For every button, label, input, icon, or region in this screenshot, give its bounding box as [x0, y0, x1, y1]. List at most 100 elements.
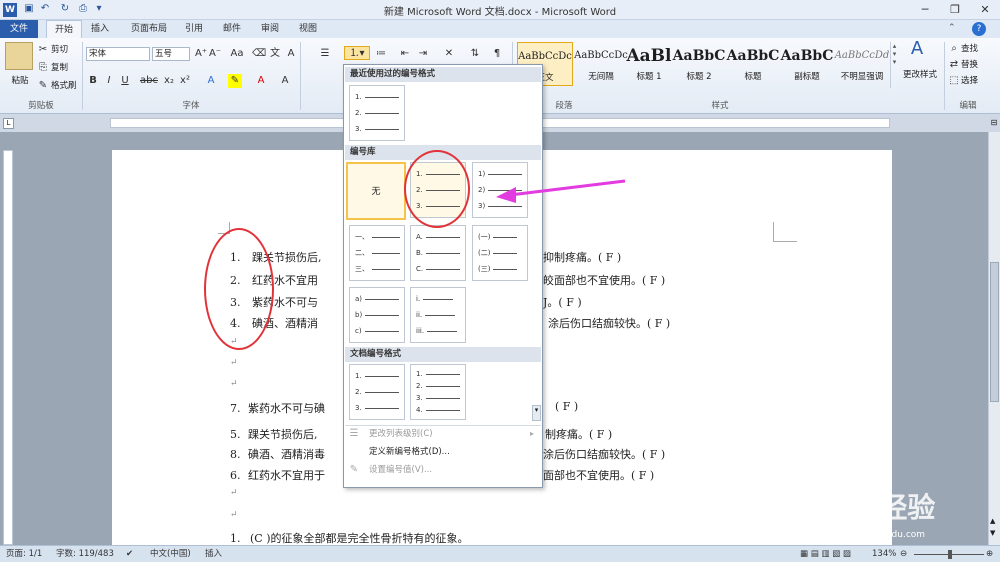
dropdown-scroll-icon[interactable]: ▾: [532, 405, 541, 421]
numbering-tile-document-2[interactable]: 1. 2. 3. 4.: [410, 364, 466, 420]
line-text: (C )的征象全部都是完全性骨折特有的征象。: [250, 532, 469, 545]
change-case-icon[interactable]: Aa: [230, 47, 244, 61]
proofing-icon[interactable]: ✔: [126, 548, 133, 561]
style-title[interactable]: AaBbC 标题: [725, 42, 781, 86]
chinese-layout-icon[interactable]: ✕: [442, 47, 456, 61]
tab-file[interactable]: 文件: [0, 20, 38, 38]
format-painter-icon[interactable]: ✎: [36, 79, 50, 93]
tab-references[interactable]: 引用: [178, 20, 210, 38]
underline-icon[interactable]: U: [118, 74, 132, 88]
tab-view[interactable]: 视图: [292, 20, 324, 38]
view-buttons[interactable]: ▦ ▤ ▥ ▧ ▨: [800, 548, 851, 561]
numbering-tile-letters-upper[interactable]: A. B. C.: [410, 225, 466, 281]
menu-define-new-format[interactable]: 定义新编号格式(D)...: [345, 443, 541, 461]
replace-icon[interactable]: ⇄: [947, 58, 961, 72]
paragraph-group-label: 段落: [555, 101, 573, 111]
text-effects-icon[interactable]: A: [204, 74, 218, 88]
grow-font-icon[interactable]: A⁺: [194, 47, 208, 61]
scroll-thumb[interactable]: [990, 262, 999, 402]
clear-format-icon[interactable]: ⌫: [252, 47, 266, 61]
sort-icon[interactable]: ⇅: [468, 47, 482, 61]
numbering-icon[interactable]: ⒈▾: [344, 46, 370, 60]
tab-page-layout[interactable]: 页面布局: [124, 20, 174, 38]
numbering-tile-letters-lower[interactable]: a) b) c): [349, 287, 405, 343]
tab-home[interactable]: 开始: [46, 20, 82, 38]
numbering-tile-roman-lower[interactable]: i. ii. iii.: [410, 287, 466, 343]
style-heading-2[interactable]: AaBbC 标题 2: [671, 42, 727, 86]
tab-selector-icon[interactable]: L: [3, 118, 14, 129]
select-button[interactable]: 选择: [961, 74, 978, 88]
bold-icon[interactable]: B: [86, 74, 100, 88]
numbering-tile-chinese[interactable]: 一、 二、 三、: [349, 225, 405, 281]
language-indicator[interactable]: 中文(中国): [150, 548, 191, 561]
ribbon-collapse-icon[interactable]: ⌃: [948, 23, 956, 33]
font-color-icon[interactable]: A: [254, 74, 268, 88]
next-page-icon[interactable]: ▼: [990, 529, 995, 537]
multilevel-list-icon[interactable]: ≔: [374, 47, 388, 61]
highlight-icon[interactable]: ✎: [228, 74, 242, 88]
insert-mode[interactable]: 插入: [205, 548, 222, 561]
word-count[interactable]: 字数: 119/483: [56, 548, 114, 561]
help-icon[interactable]: ?: [972, 22, 986, 36]
list-item[interactable]: 7. 紫药水不可与碘: [230, 400, 325, 416]
vertical-ruler[interactable]: [3, 150, 13, 545]
show-marks-icon[interactable]: ¶: [490, 47, 504, 61]
phonetic-guide-icon[interactable]: 文: [268, 47, 282, 61]
strikethrough-icon[interactable]: abc: [140, 74, 158, 88]
list-item[interactable]: 5. 踝关节损伤后,: [230, 426, 318, 442]
restore-button[interactable]: ❐: [940, 0, 970, 20]
find-icon[interactable]: ⌕: [947, 42, 961, 56]
copy-button[interactable]: 复制: [51, 61, 68, 75]
tab-review[interactable]: 审阅: [254, 20, 286, 38]
paste-icon[interactable]: [5, 42, 33, 70]
tab-insert[interactable]: 插入: [84, 20, 116, 38]
view-ruler-icon[interactable]: ⊟: [989, 118, 999, 130]
list-item[interactable]: 8. 碘酒、酒精消毒: [230, 446, 325, 462]
change-styles-icon[interactable]: A: [906, 40, 928, 64]
list-item[interactable]: 6. 红药水不宜用于: [230, 467, 325, 483]
find-button[interactable]: 查找: [961, 42, 978, 56]
style-subtle-emphasis[interactable]: AaBbCcDd 不明显强调: [834, 42, 890, 86]
numbering-tile-none[interactable]: 无: [346, 162, 406, 220]
zoom-out-icon[interactable]: ⊖: [900, 548, 907, 561]
shrink-font-icon[interactable]: A⁻: [208, 47, 222, 61]
font-name-box[interactable]: 宋体: [86, 47, 150, 61]
tab-mailings[interactable]: 邮件: [216, 20, 248, 38]
menu-set-numbering-value[interactable]: 设置编号值(V)...: [345, 461, 541, 479]
superscript-icon[interactable]: x²: [178, 74, 192, 88]
cut-icon[interactable]: ✂: [36, 43, 50, 57]
numbering-tile-document-1[interactable]: 1. 2. 3.: [349, 364, 405, 420]
page-count[interactable]: 页面: 1/1: [6, 548, 42, 561]
char-border-icon[interactable]: A: [284, 47, 298, 61]
char-shading-icon[interactable]: A: [278, 74, 292, 88]
italic-icon[interactable]: I: [102, 74, 116, 88]
select-icon[interactable]: ⬚: [947, 74, 961, 88]
replace-button[interactable]: 替换: [961, 58, 978, 72]
change-styles-button[interactable]: 更改样式: [898, 68, 942, 80]
menu-change-list-level[interactable]: 更改列表级别(C): [345, 425, 541, 443]
bullets-icon[interactable]: ☰: [318, 47, 332, 61]
numbering-tile-recent[interactable]: 1. 2. 3.: [349, 85, 405, 141]
copy-icon[interactable]: ⎘: [36, 61, 50, 75]
styles-scroll-icon[interactable]: ▴ ▾ ▾: [890, 42, 898, 88]
minimize-button[interactable]: ─: [910, 0, 940, 20]
style-heading-1[interactable]: AaBl 标题 1: [621, 42, 677, 86]
increase-indent-icon[interactable]: ⇥: [416, 47, 430, 61]
numbering-tile-chinese-paren[interactable]: (一) (二) (三): [472, 225, 528, 281]
font-size-box[interactable]: 五号: [152, 47, 190, 61]
vertical-scrollbar[interactable]: ▲ ▼: [988, 132, 1000, 545]
prev-page-icon[interactable]: ▲: [990, 517, 995, 525]
tile-line: 1.: [355, 371, 399, 381]
paste-button[interactable]: 粘贴: [5, 74, 35, 86]
subscript-icon[interactable]: x₂: [162, 74, 176, 88]
decrease-indent-icon[interactable]: ⇤: [398, 47, 412, 61]
list-item[interactable]: 1. (C )的征象全部都是完全性骨折特有的征象。: [230, 530, 469, 546]
zoom-in-icon[interactable]: ⊕: [986, 548, 993, 561]
line-text-right: J。( F ): [543, 296, 582, 309]
zoom-slider-thumb[interactable]: [948, 550, 952, 559]
format-painter-button[interactable]: 格式刷: [51, 79, 77, 93]
close-button[interactable]: ✕: [970, 0, 1000, 20]
style-subtitle[interactable]: AaBbC 副标题: [779, 42, 835, 86]
cut-button[interactable]: 剪切: [51, 43, 68, 57]
zoom-level[interactable]: 134%: [872, 548, 896, 561]
